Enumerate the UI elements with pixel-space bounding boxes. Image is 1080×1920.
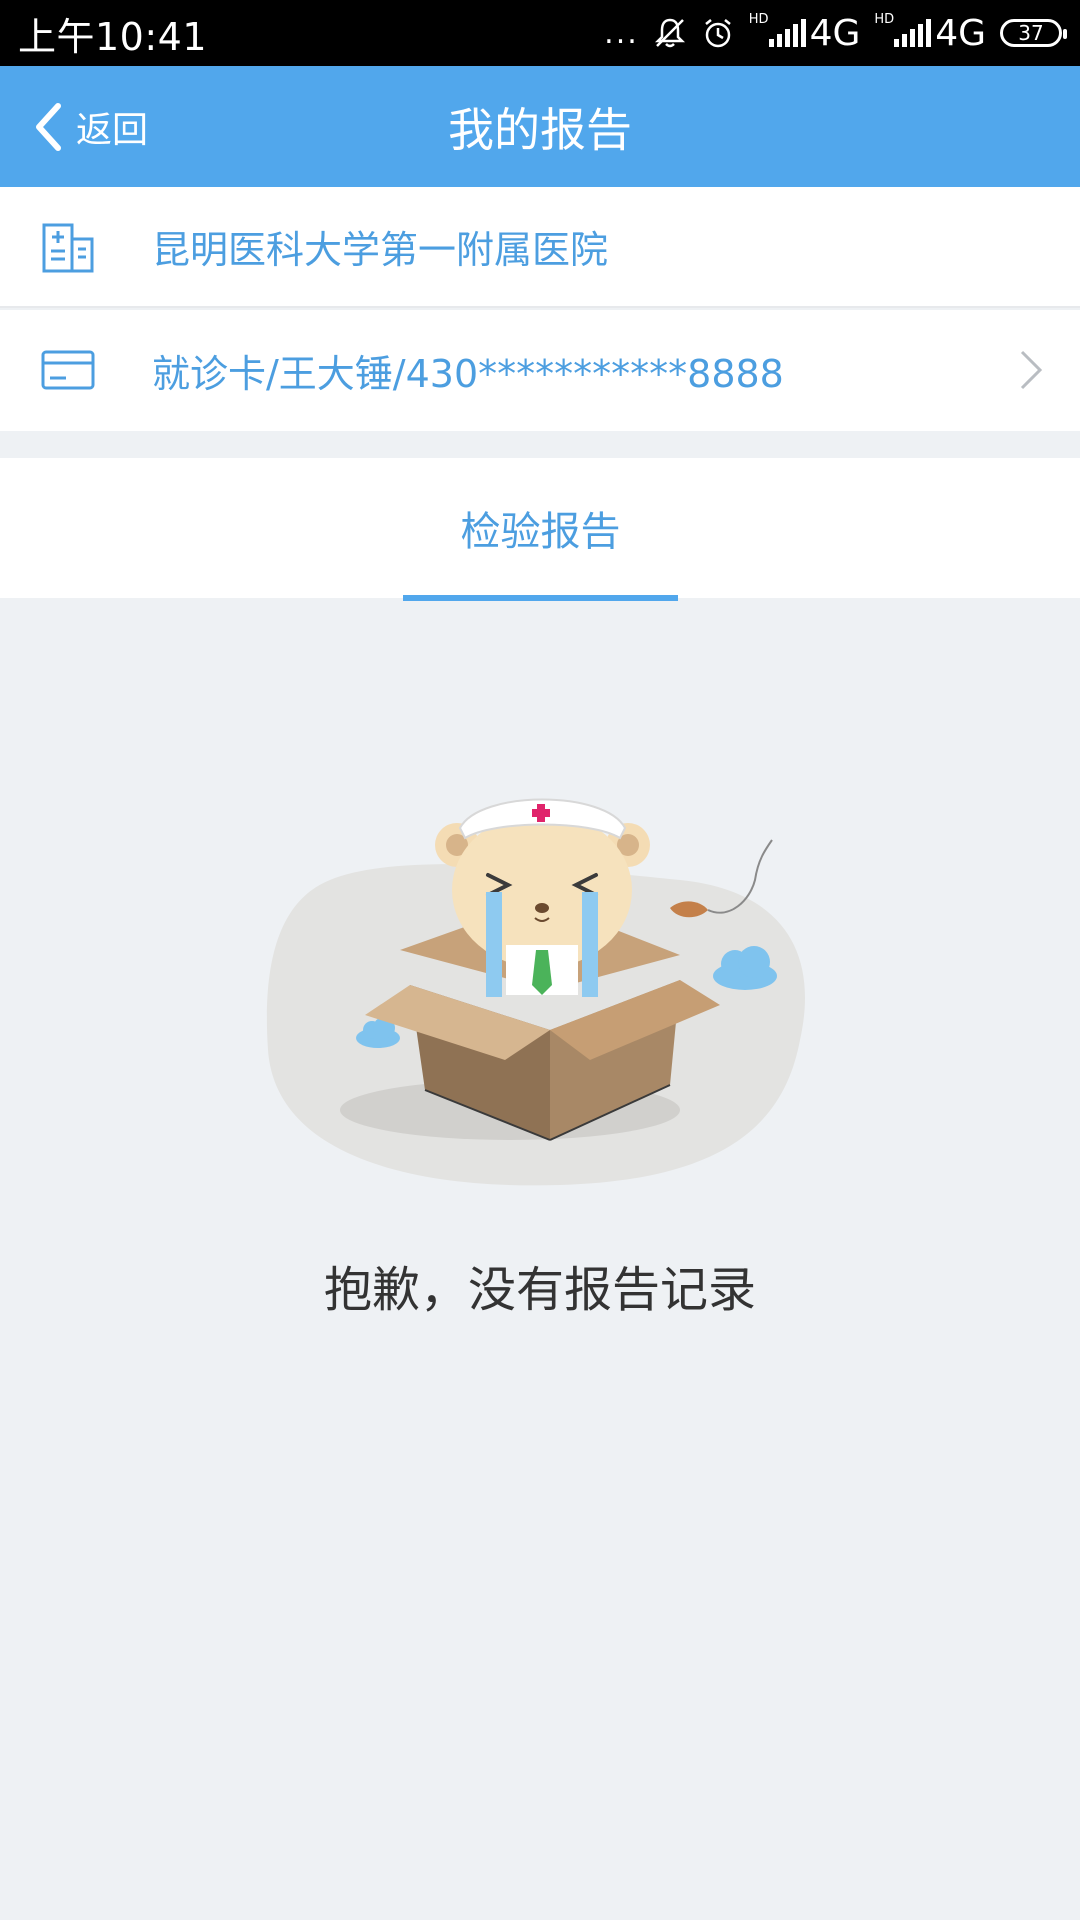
status-bar: 上午10:41 ... HD 4G HD 4G 37 — [0, 0, 1080, 66]
hd-badge: HD — [874, 11, 895, 27]
battery-icon: 37 — [1000, 19, 1067, 47]
network-2: HD 4G — [874, 11, 986, 54]
tab-bar: 检验报告 — [0, 458, 1080, 598]
mute-bell-icon — [654, 18, 685, 48]
hospital-row: 昆明医科大学第一附属医院 — [0, 187, 1080, 308]
battery-level: 37 — [1018, 21, 1044, 45]
network-1: HD 4G — [748, 11, 861, 54]
page-title: 我的报告 — [448, 102, 632, 157]
back-label: 返回 — [76, 109, 149, 151]
hospital-building-icon — [42, 223, 94, 273]
tab-active-indicator — [403, 595, 678, 601]
network-type: 4G — [935, 12, 986, 54]
alarm-icon — [705, 19, 731, 48]
signal-icon — [768, 19, 806, 47]
hd-badge: HD — [748, 11, 769, 27]
signal-icon — [894, 19, 932, 47]
tab-lab-report[interactable]: 检验报告 — [403, 458, 678, 598]
card-info: 就诊卡/王大锤/430***********8888 — [152, 352, 784, 396]
card-row[interactable]: 就诊卡/王大锤/430***********8888 — [0, 310, 1080, 431]
status-time: 上午10:41 — [18, 14, 208, 59]
status-icons: ... HD 4G HD 4G 37 — [604, 11, 1067, 54]
hospital-name: 昆明医科大学第一附属医院 — [152, 228, 609, 272]
chevron-right-icon — [1020, 350, 1043, 390]
notification-dots: ... — [604, 15, 639, 51]
network-type: 4G — [809, 12, 861, 54]
back-button[interactable]: 返回 — [34, 66, 148, 187]
nav-bar: 返回 我的报告 — [0, 66, 1080, 187]
screen: 上午10:41 ... HD 4G HD 4G 37 返回 我的报告 昆明医科大… — [0, 0, 1080, 1920]
empty-message: 抱歉，没有报告记录 — [323, 1262, 756, 1318]
empty-state-illustration — [266, 798, 806, 1186]
chevron-left-icon — [36, 102, 61, 151]
card-icon — [41, 350, 95, 390]
